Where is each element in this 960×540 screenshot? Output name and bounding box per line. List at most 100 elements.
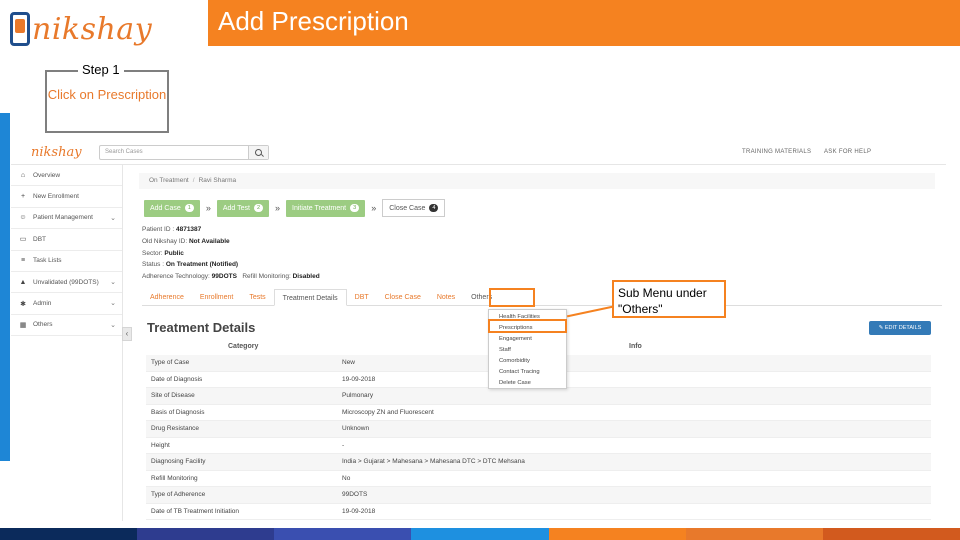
- grid-icon: ▦: [19, 321, 27, 329]
- sidebar-item-label: Patient Management: [33, 214, 93, 222]
- sidebar-item-label: Others: [33, 321, 53, 329]
- row-category: Type of Case: [151, 359, 190, 367]
- initiate-treatment-button[interactable]: Initiate Treatment 3: [286, 199, 366, 217]
- others-tab-highlight: [489, 288, 535, 307]
- close-case-button[interactable]: Close Case 4: [382, 199, 446, 217]
- menu-item-staff[interactable]: Staff: [489, 345, 566, 356]
- menu-item-delete-case[interactable]: Delete Case: [489, 378, 566, 389]
- sidebar-item-patient-management[interactable]: ☺ Patient Management ⌄: [11, 208, 122, 230]
- breadcrumb-on-treatment[interactable]: On Treatment: [149, 177, 189, 184]
- app-screenshot: nikshay Search Cases TRAINING MATERIALS …: [11, 141, 946, 521]
- sidebar-item-overview[interactable]: ⌂ Overview: [11, 165, 122, 187]
- search-input[interactable]: Search Cases: [99, 145, 269, 160]
- row-value: 19-09-2018: [342, 375, 376, 383]
- row-category: Drug Resistance: [151, 425, 200, 433]
- color-segment: [548, 528, 686, 540]
- search-icon[interactable]: [248, 146, 268, 159]
- sector: Public: [164, 249, 184, 257]
- step-label: Step 1: [78, 62, 124, 77]
- row-value: No: [342, 474, 351, 482]
- adherence-technology: 99DOTS: [211, 273, 237, 281]
- row-value: 99DOTS: [342, 491, 368, 499]
- home-icon: ⌂: [20, 171, 26, 179]
- sidebar-item-admin[interactable]: ✱ Admin ⌄: [11, 293, 122, 315]
- card-icon: ▭: [19, 236, 27, 244]
- table-row: Drug Resistance Unknown: [146, 421, 931, 438]
- sidebar-item-label: Unvalidated (99DOTS): [33, 278, 99, 286]
- tab-notes[interactable]: Notes: [429, 289, 463, 306]
- tab-dbt[interactable]: DBT: [347, 289, 377, 306]
- app-header: nikshay Search Cases TRAINING MATERIALS …: [11, 141, 946, 165]
- training-materials-link[interactable]: TRAINING MATERIALS: [742, 149, 811, 155]
- color-segment: [411, 528, 549, 540]
- status: On Treatment (Notified): [165, 261, 239, 269]
- row-value: Microscopy ZN and Fluorescent: [342, 408, 434, 416]
- sidebar-item-new-enrollment[interactable]: + New Enrollment: [11, 186, 122, 208]
- tab-tests[interactable]: Tests: [241, 289, 273, 306]
- row-category: Site of Disease: [151, 392, 195, 400]
- category-header: Category: [228, 343, 259, 350]
- add-case-button[interactable]: Add Case 1: [144, 199, 200, 217]
- tab-treatment-details[interactable]: Treatment Details: [273, 289, 347, 306]
- prescriptions-highlight: [488, 319, 567, 333]
- ask-for-help-link[interactable]: ASK FOR HELP: [824, 149, 871, 155]
- row-category: Diagnosing Facility: [151, 458, 206, 466]
- tab-enrollment[interactable]: Enrollment: [192, 289, 241, 306]
- row-value: Unknown: [342, 425, 370, 433]
- title-bar: Add Prescription: [208, 0, 960, 46]
- refill-monitoring: Disabled: [292, 273, 320, 281]
- step-count-badge: 4: [429, 204, 439, 212]
- chevron-down-icon: ⌄: [110, 321, 116, 329]
- workflow-buttons: Add Case 1 » Add Test 2 » Initiate Treatment 3 »…: [144, 198, 446, 218]
- color-segment: [685, 528, 823, 540]
- patient-info: Patient ID : 4871387 Old Nikshay ID: Not…: [142, 226, 320, 281]
- menu-item-comorbidity[interactable]: Comorbidity: [489, 356, 566, 367]
- row-value: -: [342, 441, 345, 449]
- collapse-sidebar-icon[interactable]: ‹: [122, 327, 132, 341]
- row-value: 19-09-2018: [342, 507, 376, 515]
- edit-details-button[interactable]: ✎ EDIT DETAILS: [869, 321, 931, 335]
- sidebar-item-label: New Enrollment: [33, 193, 79, 201]
- step-count-badge: 2: [253, 204, 264, 212]
- color-segment: [822, 528, 960, 540]
- table-row: Diagnosing Facility India > Gujarat > Mah…: [146, 454, 931, 471]
- row-category: Date of TB Treatment Initiation: [151, 507, 240, 515]
- menu-item-engagement[interactable]: Engagement: [489, 334, 566, 345]
- user-icon: ☺: [19, 214, 27, 222]
- row-value: New: [342, 359, 356, 367]
- sidebar-item-label: DBT: [33, 235, 46, 243]
- sidebar-item-task-lists[interactable]: ≡ Task Lists: [11, 251, 122, 272]
- tab-adherence[interactable]: Adherence: [142, 289, 192, 306]
- app-logo: nikshay: [31, 145, 82, 160]
- breadcrumb-patient: Ravi Sharma: [198, 177, 237, 184]
- step-instruction: Click on Prescription: [47, 87, 167, 102]
- menu-item-contact-tracing[interactable]: Contact Tracing: [489, 367, 566, 378]
- row-category: Refill Monitoring: [151, 474, 198, 482]
- plus-icon: +: [20, 193, 26, 201]
- bottom-color-strip: [0, 528, 960, 540]
- sidebar-item-dbt[interactable]: ▭ DBT: [11, 229, 122, 251]
- left-accent-bar: [0, 113, 10, 461]
- patient-tabs: Adherence Enrollment Tests Treatment Detail…: [142, 289, 942, 306]
- table-row: Height -: [146, 438, 931, 454]
- row-category: Height: [151, 441, 170, 449]
- patient-id: 4871387: [175, 226, 202, 233]
- table-row: Refill Monitoring No: [146, 471, 931, 487]
- table-row: Site of Disease Pulmonary: [146, 388, 931, 405]
- color-segment: [274, 528, 412, 540]
- step-arrow-icon: »: [275, 203, 281, 213]
- tab-close-case[interactable]: Close Case: [377, 289, 429, 306]
- slide-title: Add Prescription: [218, 6, 409, 36]
- add-test-button[interactable]: Add Test 2: [216, 199, 270, 217]
- nikshay-logo: nikshay: [10, 6, 155, 52]
- table-row: Date of TB Treatment Initiation 19-09-201…: [146, 504, 931, 520]
- alert-icon: ▲: [19, 278, 27, 286]
- list-icon: ≡: [20, 257, 26, 265]
- sidebar-item-label: Task Lists: [33, 257, 62, 265]
- sidebar-item-others[interactable]: ▦ Others ⌄: [11, 315, 122, 337]
- row-category: Date of Diagnosis: [151, 375, 203, 383]
- step-arrow-icon: »: [205, 203, 211, 213]
- old-nikshay-id: Not Available: [188, 237, 230, 245]
- row-value: India > Gujarat > Mahesana > Mahesana DT…: [342, 458, 525, 466]
- sidebar-item-unvalidated-99dots[interactable]: ▲ Unvalidated (99DOTS) ⌄: [11, 272, 122, 294]
